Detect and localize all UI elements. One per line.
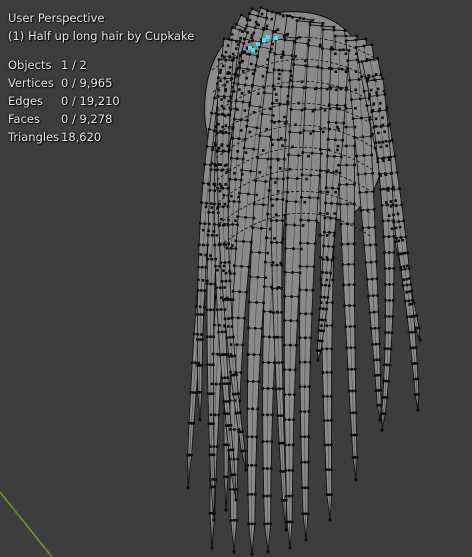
selected-vertex[interactable] [274, 36, 278, 40]
selected-vertex[interactable] [266, 35, 270, 39]
3d-viewport[interactable]: User Perspective (1) Half up long hair b… [0, 0, 472, 557]
selected-vertex[interactable] [251, 48, 255, 52]
selected-vertex[interactable] [262, 38, 266, 42]
hair-mesh-icon[interactable] [0, 0, 472, 557]
selected-vertex[interactable] [256, 42, 260, 46]
